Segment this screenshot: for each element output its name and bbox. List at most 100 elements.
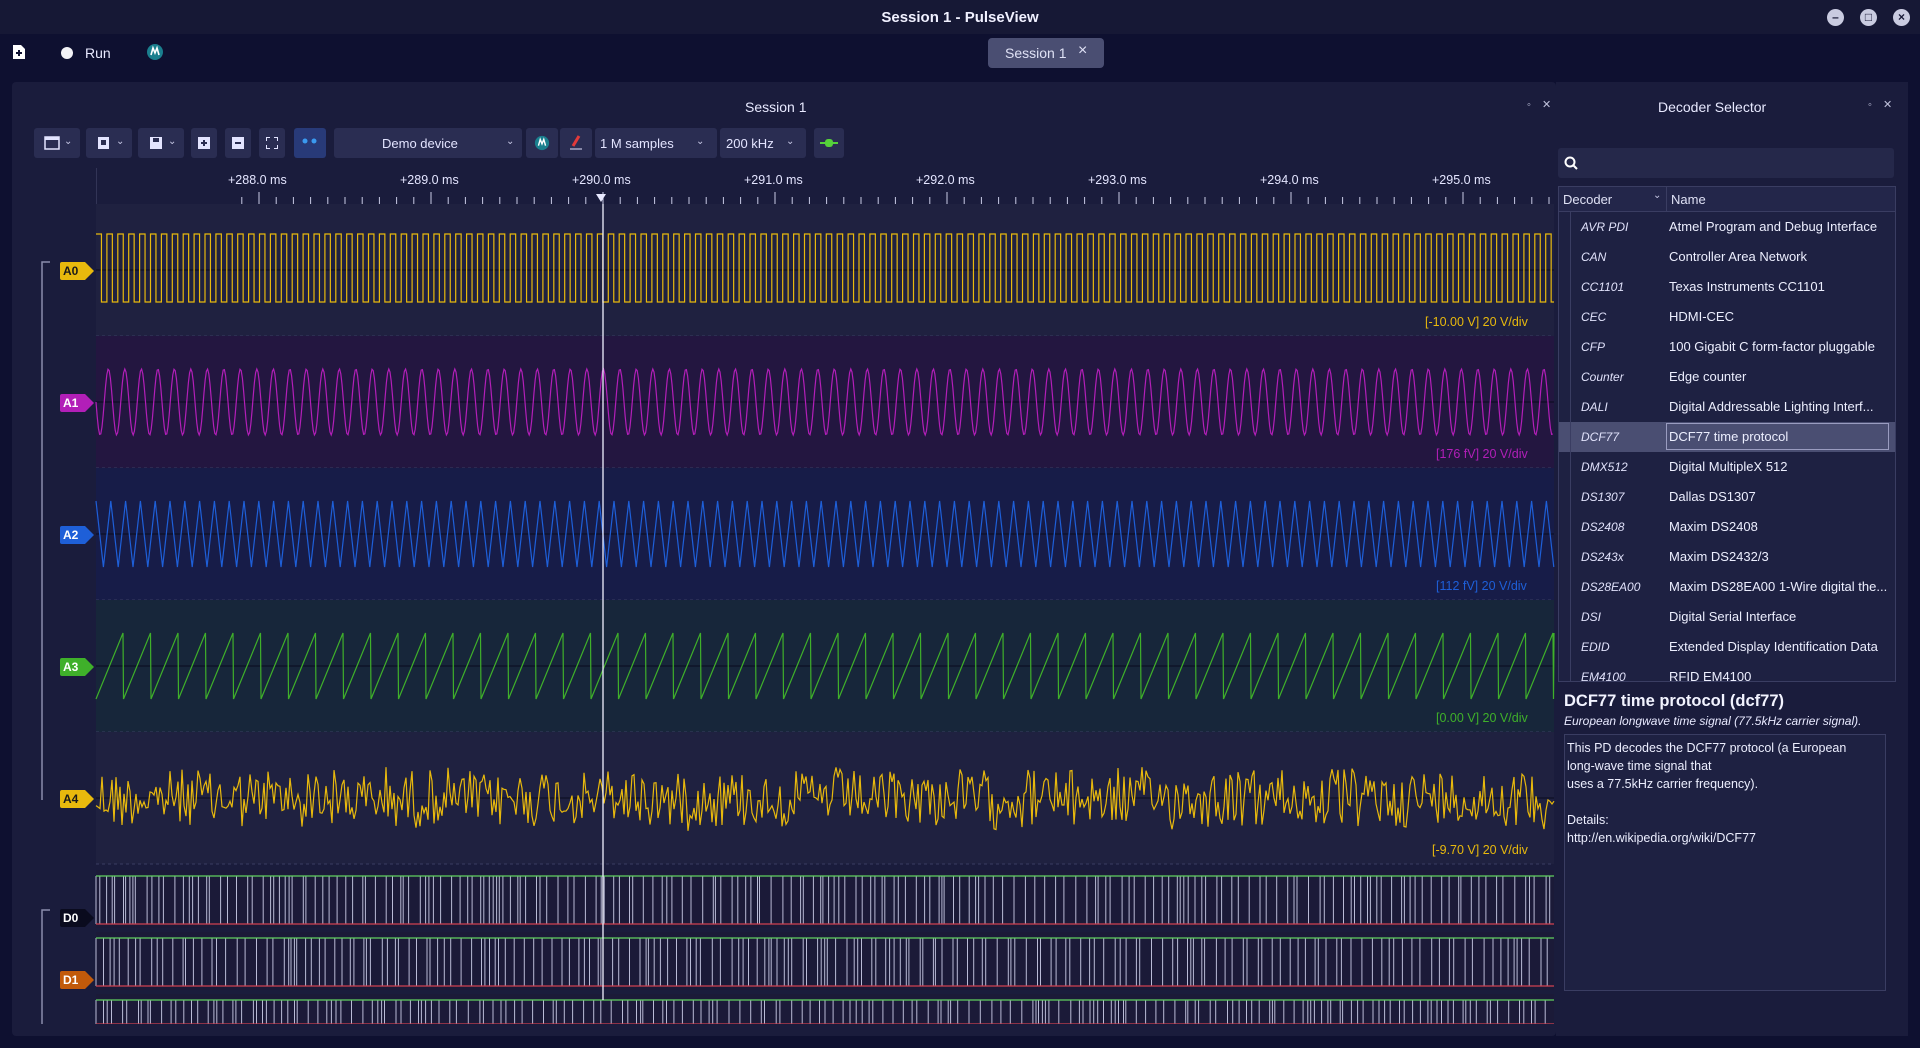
close-panel-icon[interactable]: ✕: [1542, 98, 1551, 111]
search-icon: [1564, 156, 1578, 170]
decoder-id: EDID: [1581, 640, 1610, 654]
sigrok-logo-icon[interactable]: [146, 43, 164, 65]
decoder-description-line: [1567, 793, 1846, 811]
ruler-tick-label: +292.0 ms: [916, 173, 975, 187]
zoom-out-button[interactable]: [225, 128, 251, 158]
decoder-id: EM4100: [1581, 670, 1626, 682]
channel-label-d1[interactable]: D1: [60, 971, 94, 989]
decoder-id: CC1101: [1581, 280, 1625, 294]
channel-label-a3[interactable]: A3: [60, 658, 94, 676]
float-panel-icon[interactable]: ◦: [1527, 99, 1531, 111]
probe-config-button[interactable]: [560, 128, 592, 158]
run-button[interactable]: Run: [85, 45, 111, 61]
channel-label-a4[interactable]: A4: [60, 790, 94, 808]
trace-view[interactable]: [0, 204, 1556, 1024]
decoder-description-line: uses a 77.5kHz carrier frequency).: [1567, 777, 1759, 791]
decoder-panel-title: Decoder Selector: [1658, 99, 1767, 115]
close-window-button[interactable]: ×: [1893, 9, 1910, 26]
channel-label-a0[interactable]: A0: [60, 262, 94, 280]
decoder-row[interactable]: DS28EA00 Maxim DS28EA00 1-Wire digital th…: [1559, 572, 1895, 602]
new-session-icon[interactable]: [12, 44, 26, 64]
window-title: Session 1 - PulseView: [881, 9, 1039, 26]
zoom-one-to-one-button[interactable]: [294, 128, 326, 158]
decoder-table[interactable]: Decoder ⌄ Name AVR PDI Atmel Program and …: [1558, 186, 1896, 682]
cursor-marker-icon[interactable]: [596, 194, 606, 202]
decoder-row[interactable]: AVR PDI Atmel Program and Debug Interface: [1559, 212, 1895, 242]
add-decoder-button[interactable]: [814, 128, 844, 158]
decoder-row[interactable]: DS1307 Dallas DS1307: [1559, 482, 1895, 512]
title-bar: Session 1 - PulseView – □ ×: [0, 0, 1920, 34]
column-header-name[interactable]: Name: [1671, 192, 1706, 207]
chevron-down-icon: ⌄: [786, 136, 795, 147]
decoder-search-input[interactable]: [1558, 148, 1894, 178]
decoder-id: CEC: [1581, 310, 1607, 324]
chevron-down-icon: ⌄: [168, 136, 177, 147]
open-file-button[interactable]: ⌄: [86, 128, 132, 158]
sample-rate-selector[interactable]: 200 kHz ⌄: [720, 128, 806, 158]
ruler-tick-label: +291.0 ms: [744, 173, 803, 187]
decoder-row[interactable]: DSI Digital Serial Interface: [1559, 602, 1895, 632]
decoder-name: Dallas DS1307: [1669, 489, 1756, 504]
decoder-name: Atmel Program and Debug Interface: [1669, 219, 1878, 234]
decoder-name: HDMI-CEC: [1669, 309, 1734, 324]
channel-scale-a0: [-10.00 V] 20 V/div: [1425, 315, 1528, 329]
channel-label-a1[interactable]: A1: [60, 394, 94, 412]
decoder-row[interactable]: DALI Digital Addressable Lighting Interf.…: [1559, 392, 1895, 422]
sample-rate-label: 200 kHz: [726, 136, 774, 151]
channel-label-d0[interactable]: D0: [60, 909, 94, 927]
chevron-down-icon: ⌄: [506, 136, 515, 147]
column-header-decoder[interactable]: Decoder: [1563, 192, 1612, 207]
add-view-button[interactable]: ⌄: [34, 128, 80, 158]
decoder-row[interactable]: DCF77 DCF77 time protocol: [1559, 422, 1895, 452]
device-selector[interactable]: Demo device ⌄: [334, 128, 522, 158]
session-panel-title: Session 1: [745, 99, 807, 115]
decoder-name: Texas Instruments CC1101: [1669, 279, 1825, 294]
decoder-row[interactable]: CAN Controller Area Network: [1559, 242, 1895, 272]
channel-scale-a1: [176 fV] 20 V/div: [1436, 447, 1528, 461]
zoom-fit-button[interactable]: [259, 128, 285, 158]
decoder-row[interactable]: DS2408 Maxim DS2408: [1559, 512, 1895, 542]
decoder-name: Maxim DS2432/3: [1669, 549, 1769, 564]
decoder-id: DMX512: [1581, 460, 1628, 474]
decoder-id: DCF77: [1581, 430, 1620, 444]
decoder-row[interactable]: Counter Edge counter: [1559, 362, 1895, 392]
decoder-row[interactable]: CC1101 Texas Instruments CC1101: [1559, 272, 1895, 302]
tab-close-icon[interactable]: ×: [1078, 42, 1087, 60]
decoder-id: DS243x: [1581, 550, 1624, 564]
decoder-row[interactable]: DS243x Maxim DS2432/3: [1559, 542, 1895, 572]
decoder-name: RFID EM4100: [1669, 669, 1752, 682]
save-button[interactable]: ⌄: [138, 128, 184, 158]
channel-scale-a2: [112 fV] 20 V/div: [1436, 579, 1527, 593]
zoom-in-button[interactable]: [191, 128, 217, 158]
decoder-row[interactable]: CFP 100 Gigabit C form-factor pluggable: [1559, 332, 1895, 362]
ruler-tick-label: +290.0 ms: [572, 173, 631, 187]
ruler-tick-label: +294.0 ms: [1260, 173, 1319, 187]
decoder-id: DS1307: [1581, 490, 1625, 504]
decoder-description: This PD decodes the DCF77 protocol (a Eu…: [1564, 734, 1886, 991]
decoder-id: AVR PDI: [1581, 220, 1629, 234]
minimize-button[interactable]: –: [1827, 9, 1844, 26]
sample-count-selector[interactable]: 1 M samples ⌄: [595, 128, 717, 158]
tab-session-1[interactable]: Session 1 ×: [988, 38, 1104, 68]
channel-label-a2[interactable]: A2: [60, 526, 94, 544]
decoder-name: DCF77 time protocol: [1666, 423, 1890, 450]
decoder-detail-title: DCF77 time protocol (dcf77): [1564, 692, 1785, 710]
decoder-row[interactable]: EM4100 RFID EM4100: [1559, 662, 1895, 682]
decoder-name: Extended Display Identification Data: [1669, 639, 1878, 654]
close-panel-icon[interactable]: ✕: [1883, 98, 1892, 111]
chevron-down-icon: ⌄: [696, 136, 705, 147]
decoder-description-line: http://en.wikipedia.org/wiki/DCF77: [1567, 831, 1756, 845]
decoder-id: DSI: [1581, 610, 1602, 624]
decoder-row[interactable]: EDID Extended Display Identification Data: [1559, 632, 1895, 662]
decoder-row[interactable]: DMX512 Digital MultipleX 512: [1559, 452, 1895, 482]
decoder-id: Counter: [1581, 370, 1624, 384]
maximize-button[interactable]: □: [1860, 9, 1877, 26]
decoder-rows: AVR PDI Atmel Program and Debug Interface…: [1559, 212, 1895, 682]
ruler-tick-label: +289.0 ms: [400, 173, 459, 187]
device-config-button[interactable]: [526, 128, 558, 158]
float-panel-icon[interactable]: ◦: [1868, 99, 1872, 111]
decoder-detail-subtitle: European longwave time signal (77.5kHz c…: [1564, 714, 1862, 728]
decoder-row[interactable]: CEC HDMI-CEC: [1559, 302, 1895, 332]
run-icon[interactable]: [60, 46, 74, 64]
time-ruler[interactable]: [96, 168, 1554, 204]
